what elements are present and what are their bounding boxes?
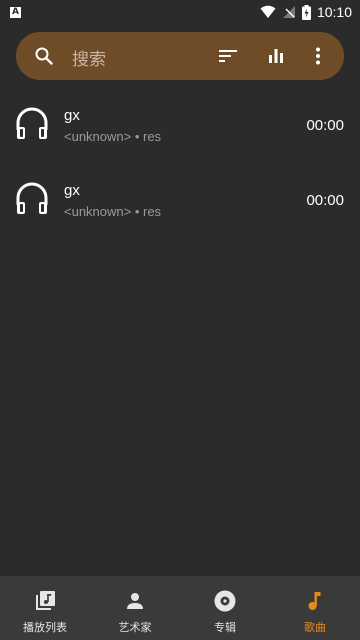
song-subtitle: <unknown> • res bbox=[64, 204, 162, 219]
song-title: gx bbox=[64, 107, 80, 124]
sort-icon[interactable] bbox=[216, 44, 240, 68]
signal-icon bbox=[282, 6, 295, 18]
song-subtitle: <unknown> • res bbox=[64, 129, 162, 144]
battery-charging-icon bbox=[301, 4, 311, 20]
nav-item-artists[interactable]: 艺术家 bbox=[90, 576, 180, 640]
equalizer-icon[interactable] bbox=[264, 44, 288, 68]
nav-item-playlists[interactable]: 播放列表 bbox=[0, 576, 90, 640]
search-icon[interactable] bbox=[32, 44, 56, 68]
wifi-icon bbox=[260, 5, 276, 18]
status-time: 10:10 bbox=[316, 4, 352, 20]
person-icon bbox=[127, 593, 143, 609]
status-bar: A 10:10 bbox=[0, 0, 360, 24]
headphones-icon bbox=[16, 107, 48, 139]
nav-label: 艺术家 bbox=[118, 621, 152, 634]
notification-icon: A bbox=[10, 6, 21, 18]
search-input[interactable]: 搜索 bbox=[72, 45, 106, 70]
more-vert-icon[interactable] bbox=[306, 44, 330, 68]
song-list: gx <unknown> • res 00:00 gx <unknown> • … bbox=[0, 88, 360, 238]
headphones-icon bbox=[16, 182, 48, 214]
nav-item-albums[interactable]: 专辑 bbox=[180, 576, 270, 640]
search-bar[interactable]: 搜索 bbox=[16, 32, 344, 80]
album-icon bbox=[214, 590, 236, 612]
bottom-nav: 播放列表 艺术家 专辑 歌曲 bbox=[0, 576, 360, 640]
song-duration: 00:00 bbox=[306, 192, 344, 209]
nav-label: 播放列表 bbox=[23, 621, 67, 634]
song-row[interactable]: gx <unknown> • res 00:00 bbox=[0, 88, 360, 163]
song-duration: 00:00 bbox=[306, 117, 344, 134]
nav-item-songs[interactable]: 歌曲 bbox=[270, 576, 360, 640]
song-row[interactable]: gx <unknown> • res 00:00 bbox=[0, 163, 360, 238]
music-note-icon bbox=[308, 592, 321, 610]
nav-label: 专辑 bbox=[214, 621, 236, 634]
playlist-icon bbox=[36, 591, 55, 610]
nav-label: 歌曲 bbox=[304, 621, 326, 634]
song-title: gx bbox=[64, 182, 80, 199]
status-icons: 10:10 bbox=[260, 4, 352, 20]
